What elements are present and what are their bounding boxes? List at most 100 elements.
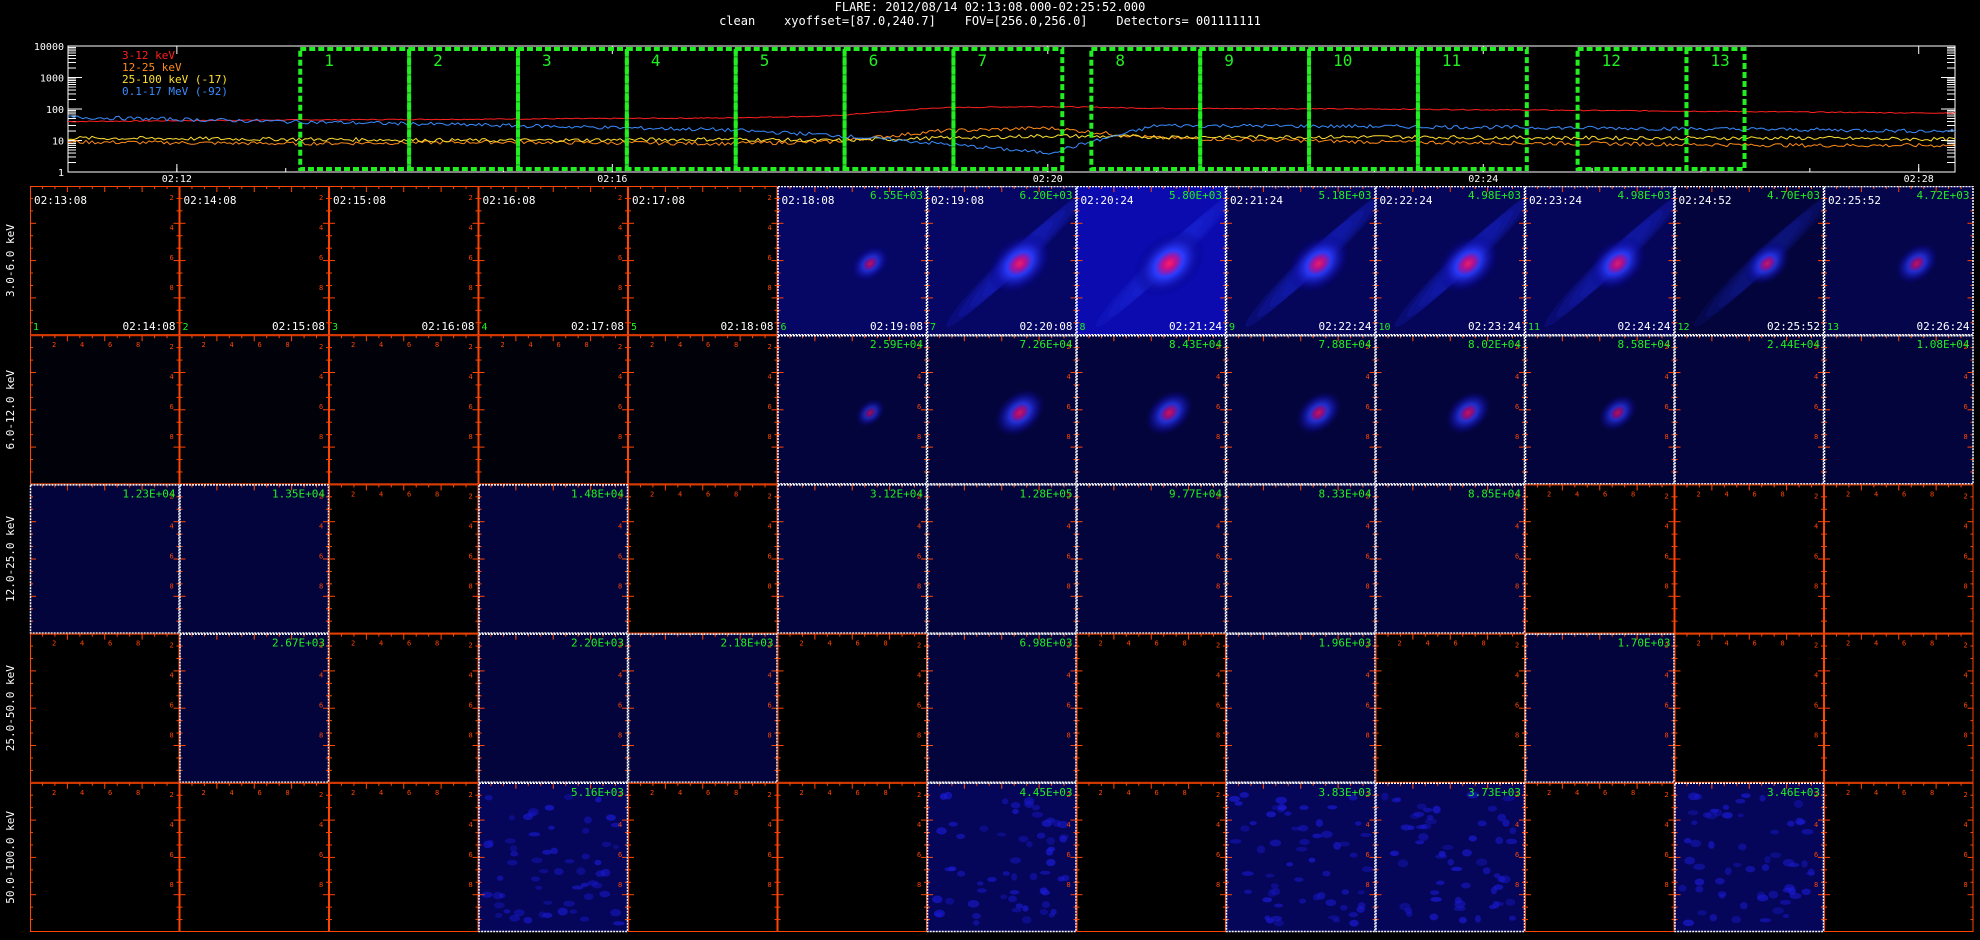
- image-cell: [1674, 335, 1824, 485]
- cell-tick-label: 6: [258, 789, 262, 797]
- image-cell: [1375, 782, 1525, 932]
- cell-tick-label: 8: [170, 433, 174, 441]
- frame-index: 4: [482, 322, 488, 333]
- cell-tick-label: 8: [469, 881, 473, 889]
- noise-speckle: [1229, 839, 1242, 844]
- noise-speckle: [1262, 897, 1273, 903]
- cell-tick-label: 2: [650, 789, 654, 797]
- noise-speckle: [1348, 911, 1359, 918]
- cell-tick-label: 4: [1874, 789, 1878, 797]
- noise-speckle: [576, 867, 586, 876]
- interval-number: 6: [869, 51, 879, 70]
- image-cell: [478, 782, 628, 932]
- cell-tick-label: 8: [469, 732, 473, 740]
- cell-tick-label: 8: [1515, 582, 1519, 590]
- cell-tick-label: 2: [501, 341, 505, 349]
- cell-tick-label: 6: [1067, 403, 1071, 411]
- noise-speckle: [1265, 873, 1275, 878]
- cell-tick-label: 8: [1515, 433, 1519, 441]
- cell-tick-label: 6: [469, 702, 473, 710]
- noise-speckle: [1429, 913, 1439, 921]
- cell-tick-label: 4: [828, 789, 832, 797]
- cell-tick-label: 6: [1366, 403, 1370, 411]
- image-cell: [329, 633, 479, 783]
- noise-speckle: [1009, 857, 1022, 864]
- cell-tick-label: 8: [917, 582, 921, 590]
- cell-tick-label: 6: [1665, 702, 1669, 710]
- cell-tick-label: 8: [136, 789, 140, 797]
- cell-tick-label: 4: [80, 789, 84, 797]
- image-cell: [628, 782, 778, 932]
- interval-box: [624, 47, 738, 171]
- cell-tick-label: 8: [1665, 881, 1669, 889]
- cell-tick-label: 2: [1846, 490, 1850, 498]
- peak-value: 1.70E+03: [1618, 637, 1671, 650]
- image-cell: [628, 633, 778, 783]
- image-cell: [1824, 633, 1974, 783]
- cell-tick-label: 4: [1067, 672, 1071, 680]
- peak-value: 2.18E+03: [721, 637, 774, 650]
- noise-speckle: [543, 900, 553, 905]
- frame-end-time: 02:16:08: [422, 320, 475, 333]
- image-cell: [478, 633, 628, 783]
- noise-speckle: [1266, 811, 1276, 818]
- cell-tick-label: 8: [286, 341, 290, 349]
- cell-tick-label: 8: [469, 433, 473, 441]
- cell-tick-label: 8: [1964, 732, 1968, 740]
- image-cell: [1375, 484, 1525, 634]
- cell-tick-label: 8: [170, 284, 174, 292]
- cell-tick-label: 6: [1902, 640, 1906, 648]
- cell-tick-label: 6: [1902, 490, 1906, 498]
- noise-speckle: [492, 891, 503, 900]
- noise-speckle: [1731, 915, 1742, 924]
- peak-value: 6.20E+03: [1020, 189, 1073, 202]
- peak-value: 1.23E+04: [123, 487, 176, 500]
- noise-speckle: [496, 875, 504, 881]
- cell-tick-label: 4: [1216, 821, 1220, 829]
- noise-speckle: [1267, 889, 1277, 897]
- cell-tick-label: 2: [351, 640, 355, 648]
- cell-tick-label: 4: [768, 672, 772, 680]
- cell-tick-label: 8: [1665, 732, 1669, 740]
- cell-tick-label: 6: [407, 490, 411, 498]
- image-cell: [1226, 633, 1376, 783]
- cell-tick-label: 8: [734, 341, 738, 349]
- image-cell: [478, 186, 628, 336]
- cell-tick-label: 6: [1603, 490, 1607, 498]
- cell-tick-label: 8: [435, 341, 439, 349]
- peak-value: 9.77E+04: [1169, 487, 1222, 500]
- cell-tick-label: 6: [706, 789, 710, 797]
- cell-tick-label: 4: [1725, 490, 1729, 498]
- cell-tick-label: 2: [800, 640, 804, 648]
- cell-tick-label: 4: [768, 821, 772, 829]
- noise-speckle: [1046, 836, 1055, 845]
- cell-tick-label: 6: [1814, 851, 1818, 859]
- noise-speckle: [1738, 843, 1747, 851]
- image-cell: [1076, 782, 1226, 932]
- cell-tick-label: 8: [1665, 433, 1669, 441]
- x-tick-label: 02:28: [1904, 174, 1934, 182]
- cell-tick-label: 2: [319, 343, 323, 351]
- noise-speckle: [582, 827, 590, 834]
- x-tick-label: 02:20: [1033, 174, 1063, 182]
- cell-tick-label: 6: [1155, 789, 1159, 797]
- cell-tick-label: 4: [1725, 640, 1729, 648]
- cell-tick-label: 4: [1426, 640, 1430, 648]
- frame-start-time: 02:19:08: [931, 194, 984, 207]
- cell-tick-label: 2: [768, 194, 772, 202]
- noise-speckle: [1002, 871, 1010, 876]
- cell-tick-label: 4: [1366, 672, 1370, 680]
- image-cell: [1824, 335, 1974, 485]
- noise-speckle: [583, 893, 594, 900]
- cell-tick-label: 8: [469, 284, 473, 292]
- image-cell: [478, 484, 628, 634]
- image-cell: [1824, 484, 1974, 634]
- noise-speckle: [1430, 890, 1440, 896]
- noise-speckle: [1461, 882, 1471, 889]
- cell-tick-label: 4: [1515, 821, 1519, 829]
- cell-tick-label: 2: [469, 194, 473, 202]
- cell-tick-label: 6: [407, 789, 411, 797]
- noise-speckle: [1694, 878, 1705, 886]
- noise-speckle: [1299, 805, 1309, 810]
- noise-speckle: [1325, 899, 1337, 907]
